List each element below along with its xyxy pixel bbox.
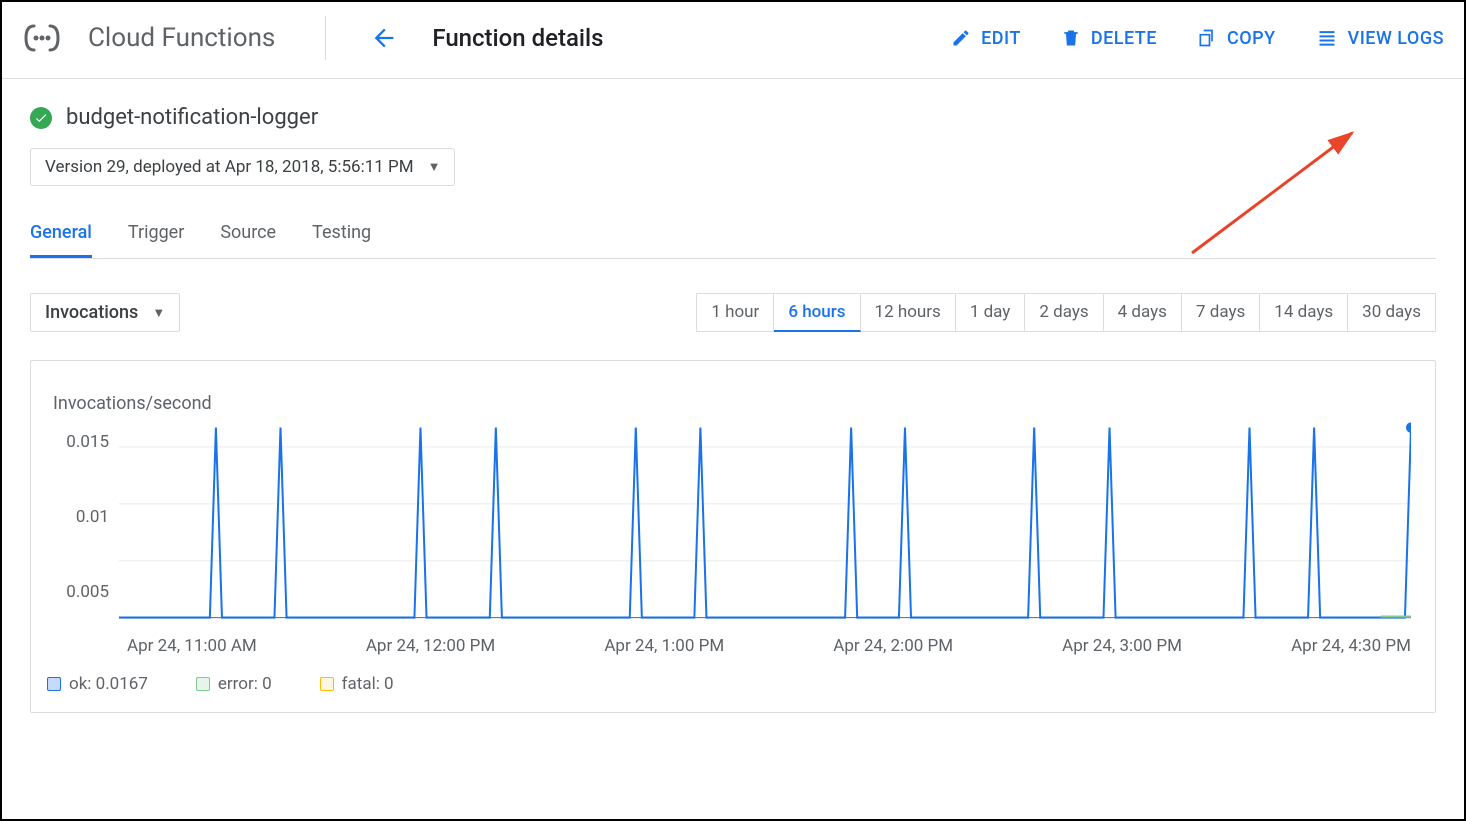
range-30d[interactable]: 30 days bbox=[1348, 293, 1436, 332]
x-tick: Apr 24, 3:00 PM bbox=[1062, 636, 1182, 656]
cloud-functions-icon bbox=[22, 18, 62, 58]
legend-fatal-label: fatal: 0 bbox=[342, 674, 394, 694]
x-tick: Apr 24, 2:00 PM bbox=[833, 636, 953, 656]
range-14d[interactable]: 14 days bbox=[1260, 293, 1348, 332]
legend-error-label: error: 0 bbox=[218, 674, 272, 694]
copy-icon bbox=[1197, 28, 1217, 48]
divider bbox=[325, 16, 326, 60]
chart-card: Invocations/second 0.015 0.01 0.005 Apr … bbox=[30, 360, 1436, 713]
x-tick: Apr 24, 4:30 PM bbox=[1291, 636, 1411, 656]
chart-title: Invocations/second bbox=[53, 393, 1419, 414]
y-tick: 0.015 bbox=[47, 432, 109, 452]
chart-plot[interactable] bbox=[119, 420, 1411, 628]
view-logs-button[interactable]: VIEW LOGS bbox=[1316, 28, 1444, 49]
tab-testing[interactable]: Testing bbox=[312, 222, 371, 258]
edit-label: EDIT bbox=[981, 28, 1021, 49]
delete-button[interactable]: DELETE bbox=[1061, 28, 1157, 49]
pencil-icon bbox=[951, 28, 971, 48]
legend-fatal: fatal: 0 bbox=[320, 674, 394, 694]
legend-ok-label: ok: 0.0167 bbox=[69, 674, 148, 694]
tab-source[interactable]: Source bbox=[220, 222, 276, 258]
metric-label: Invocations bbox=[45, 302, 138, 323]
arrow-left-icon bbox=[370, 24, 398, 52]
x-axis: Apr 24, 11:00 AM Apr 24, 12:00 PM Apr 24… bbox=[127, 636, 1411, 656]
logs-icon bbox=[1316, 28, 1338, 48]
function-name: budget-notification-logger bbox=[66, 105, 318, 130]
y-tick: 0.005 bbox=[47, 582, 109, 602]
x-tick: Apr 24, 12:00 PM bbox=[366, 636, 495, 656]
y-tick: 0.01 bbox=[47, 507, 109, 527]
version-label: Version 29, deployed at Apr 18, 2018, 5:… bbox=[45, 157, 414, 177]
swatch-error bbox=[196, 677, 210, 691]
range-7d[interactable]: 7 days bbox=[1182, 293, 1260, 332]
range-1h[interactable]: 1 hour bbox=[696, 293, 774, 332]
y-axis: 0.015 0.01 0.005 bbox=[47, 432, 119, 602]
range-1d[interactable]: 1 day bbox=[956, 293, 1026, 332]
back-button[interactable] bbox=[364, 18, 404, 58]
trash-icon bbox=[1061, 28, 1081, 48]
swatch-fatal bbox=[320, 677, 334, 691]
tab-trigger[interactable]: Trigger bbox=[128, 222, 184, 258]
swatch-ok bbox=[47, 677, 61, 691]
page-title: Function details bbox=[432, 24, 603, 52]
tab-general[interactable]: General bbox=[30, 222, 92, 258]
tabs: General Trigger Source Testing bbox=[30, 222, 1436, 259]
delete-label: DELETE bbox=[1091, 28, 1157, 49]
metric-select[interactable]: Invocations ▼ bbox=[30, 293, 180, 332]
range-12h[interactable]: 12 hours bbox=[861, 293, 956, 332]
copy-button[interactable]: COPY bbox=[1197, 28, 1276, 49]
caret-down-icon: ▼ bbox=[152, 305, 165, 321]
caret-down-icon: ▼ bbox=[428, 159, 441, 175]
edit-button[interactable]: EDIT bbox=[951, 28, 1021, 49]
legend-error: error: 0 bbox=[196, 674, 272, 694]
x-tick: Apr 24, 1:00 PM bbox=[604, 636, 724, 656]
range-2d[interactable]: 2 days bbox=[1025, 293, 1103, 332]
version-select[interactable]: Version 29, deployed at Apr 18, 2018, 5:… bbox=[30, 148, 455, 186]
range-4d[interactable]: 4 days bbox=[1104, 293, 1182, 332]
range-6h[interactable]: 6 hours bbox=[774, 293, 860, 332]
product-name: Cloud Functions bbox=[88, 23, 275, 53]
legend-ok: ok: 0.0167 bbox=[47, 674, 148, 694]
status-ok-icon bbox=[30, 107, 52, 129]
view-logs-label: VIEW LOGS bbox=[1348, 28, 1444, 49]
copy-label: COPY bbox=[1227, 28, 1276, 49]
time-range-group: 1 hour 6 hours 12 hours 1 day 2 days 4 d… bbox=[696, 293, 1436, 332]
legend: ok: 0.0167 error: 0 fatal: 0 bbox=[47, 674, 1419, 694]
x-tick: Apr 24, 11:00 AM bbox=[127, 636, 257, 656]
